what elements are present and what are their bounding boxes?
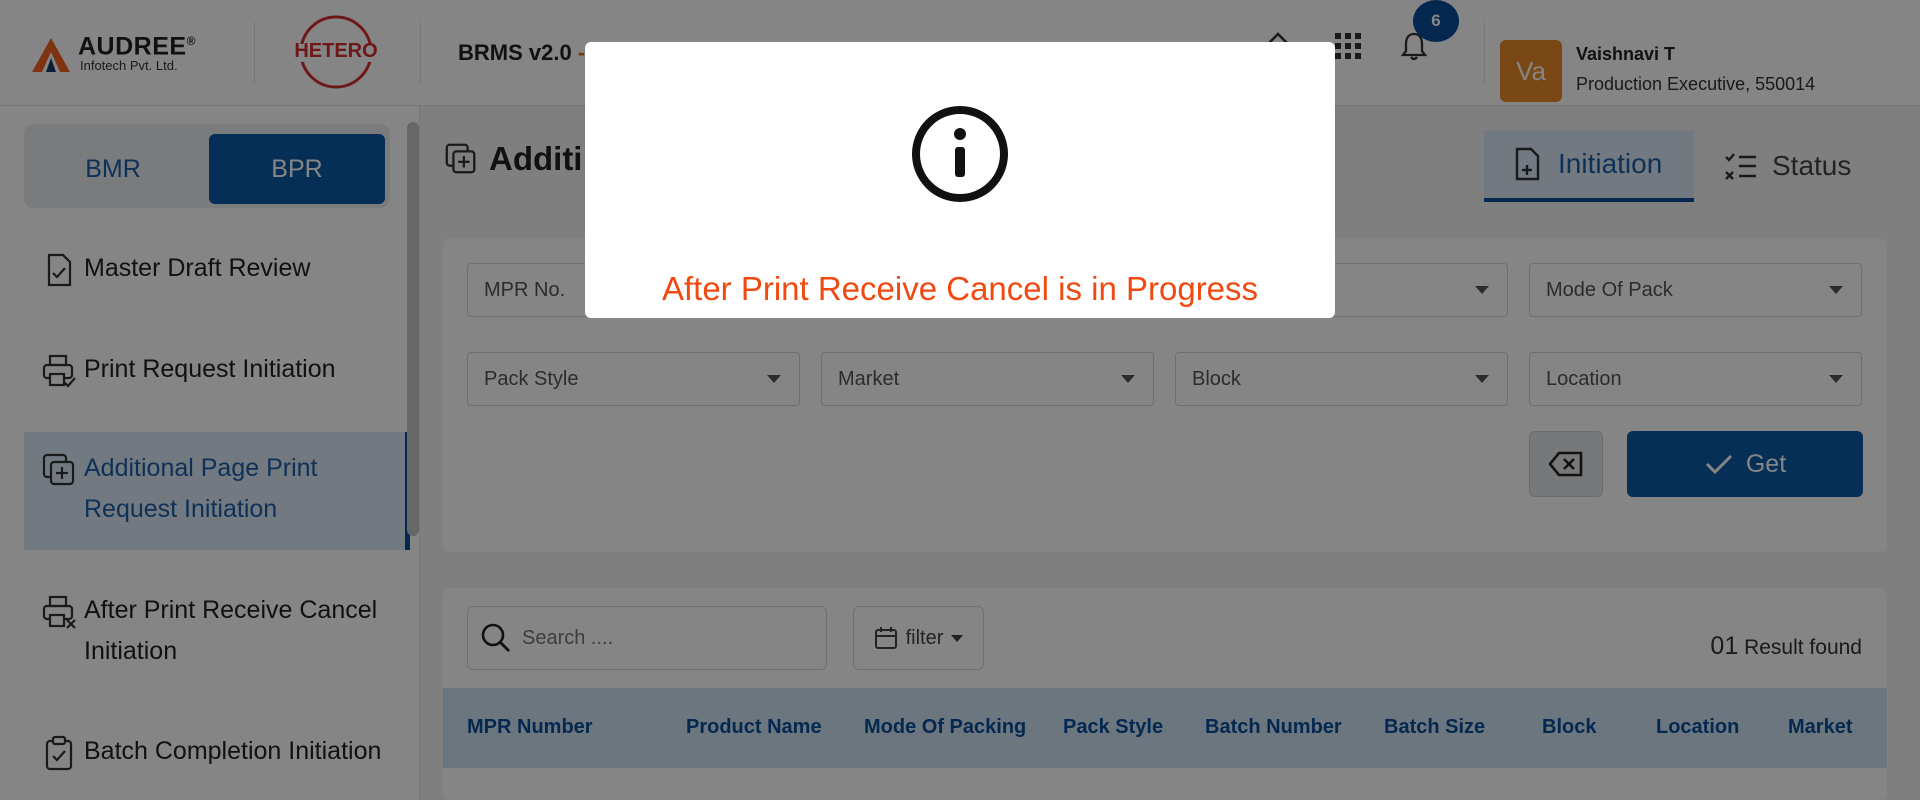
modal-message: After Print Receive Cancel is in Progres… <box>661 270 1259 307</box>
progress-modal: After Print Receive Cancel is in Progres… <box>585 42 1335 318</box>
info-icon <box>912 106 1008 202</box>
